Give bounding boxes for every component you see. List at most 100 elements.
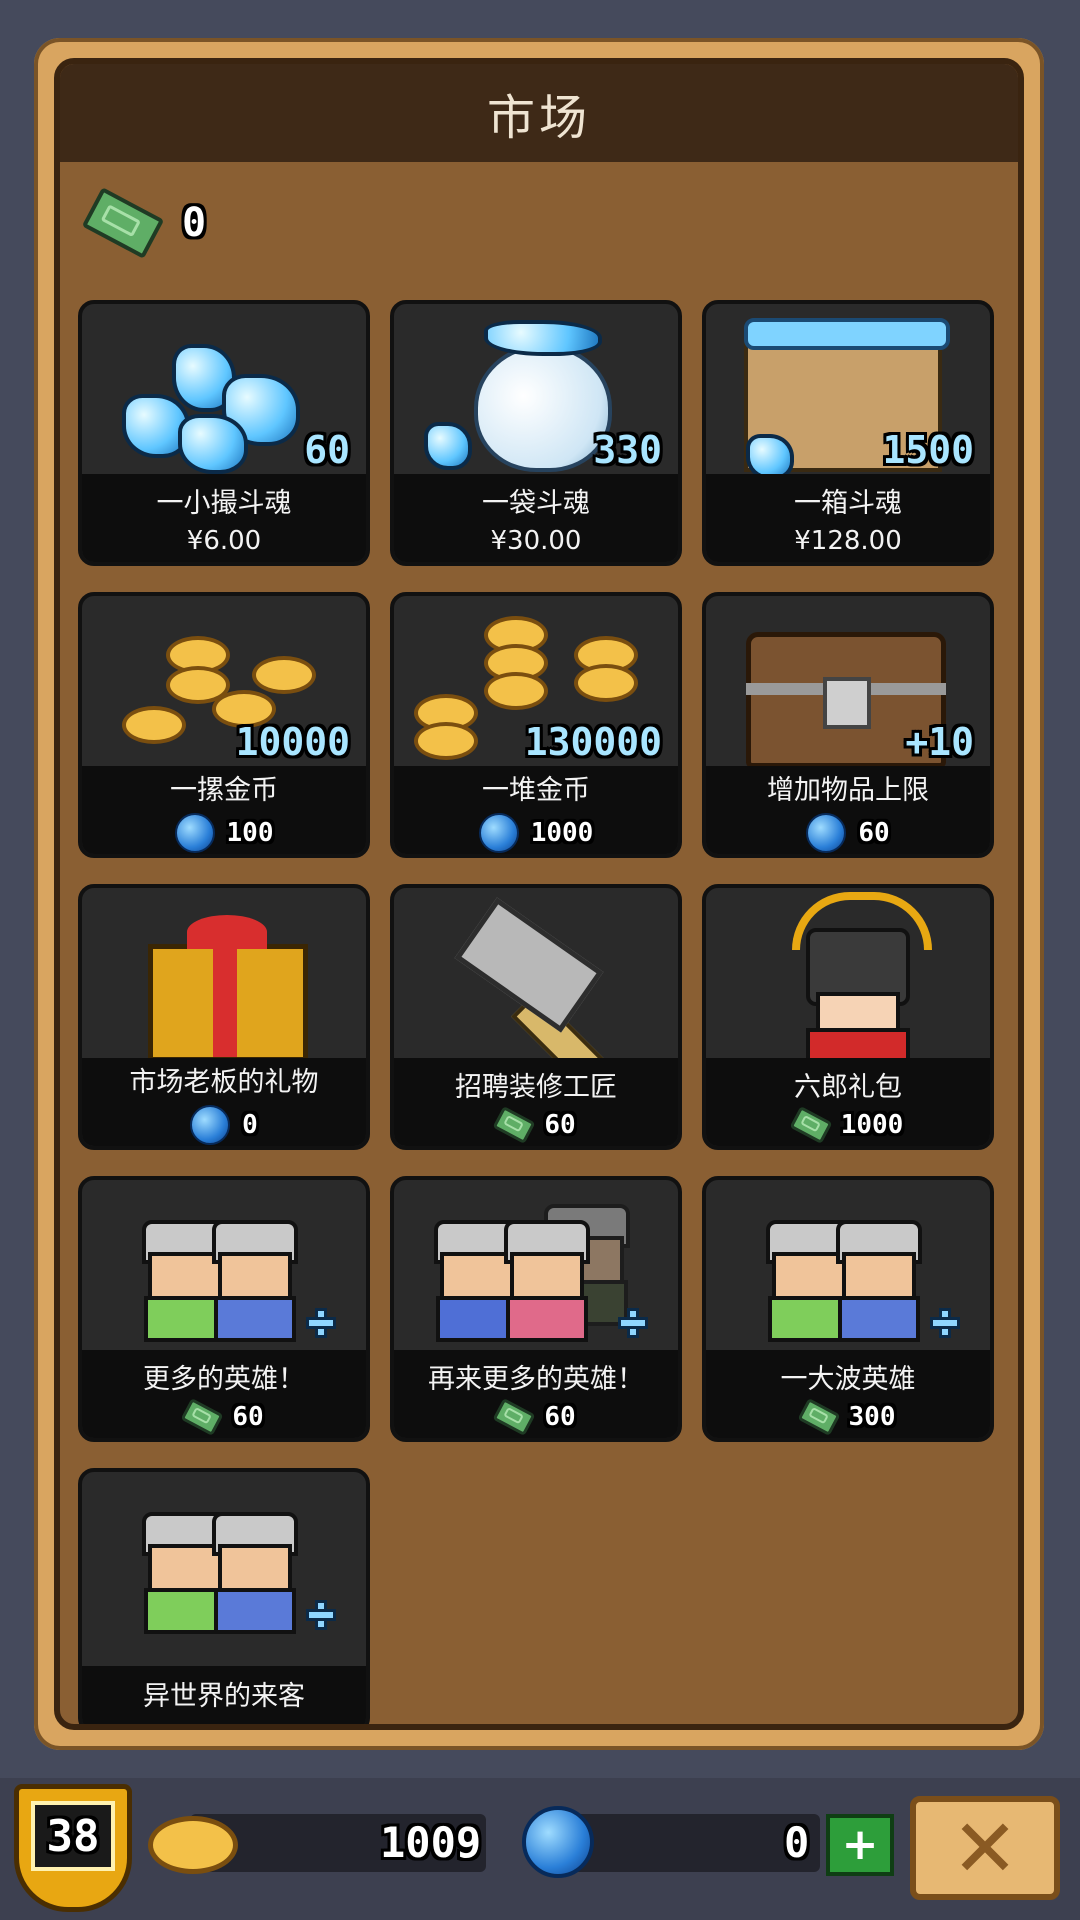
item-footer: 一大波英雄 300 [706,1350,990,1438]
shop-item-card[interactable]: 招聘装修工匠 60 [390,884,682,1150]
shop-item-card[interactable]: +10 增加物品上限 60 [702,592,994,858]
item-price-value: 60 [544,1401,576,1432]
shop-item-grid: 60 一小撮斗魂 ¥6.00 330 一袋斗魂 ¥30.00 1500 一箱斗魂 ¥128.00… [78,300,994,1724]
item-footer: 一箱斗魂 ¥128.00 [706,474,990,562]
close-button[interactable]: ✕ [910,1796,1060,1900]
item-price: 1000 [789,1105,904,1144]
item-name: 一袋斗魂 [482,487,590,519]
item-name: 增加物品上限 [767,774,929,806]
ticket-icon [492,1397,536,1436]
item-price: 1000 [478,812,594,853]
gold-value: 1009 [380,1818,482,1867]
gem-track [560,1814,820,1872]
item-price: 60 [806,812,890,853]
samurai-icon [706,888,990,1070]
item-quantity: 10000 [235,720,350,764]
page-title: 市场 [486,90,591,146]
item-name: 一堆金币 [482,774,590,806]
item-name: 六郎礼包 [794,1071,902,1103]
item-quantity: 1500 [882,428,974,472]
item-footer: 一摞金币 100 [82,766,366,854]
gem-icon [478,812,519,853]
add-gems-button[interactable]: + [826,1814,894,1876]
item-footer: 六郎礼包 1000 [706,1058,990,1146]
item-price-value: 60 [544,1109,576,1140]
item-footer: 市场老板的礼物 0 [82,1058,366,1146]
item-name: 招聘装修工匠 [455,1071,617,1103]
gem-icon [806,812,847,853]
item-name: 一摞金币 [170,774,278,806]
gift-box-icon [82,888,366,1062]
shop-item-card[interactable]: 异世界的来客 [78,1468,370,1724]
gem-icon [174,812,215,853]
item-price: 60 [180,1397,264,1436]
gem-icon [190,1104,231,1145]
item-price-value: 0 [242,1109,258,1140]
item-quantity: 130000 [524,720,662,764]
item-name: 异世界的来客 [143,1681,305,1712]
item-footer: 异世界的来客 [82,1666,366,1724]
item-name: 一大波英雄 [780,1363,916,1395]
item-footer: 招聘装修工匠 60 [394,1058,678,1146]
item-footer: 一堆金币 1000 [394,766,678,854]
item-quantity: +10 [905,720,974,764]
shop-item-card[interactable]: 市场老板的礼物 0 [78,884,370,1150]
ticket-icon [796,1397,841,1436]
shop-item-card[interactable]: 1500 一箱斗魂 ¥128.00 [702,300,994,566]
item-price-value: 60 [232,1401,264,1432]
gem-icon [522,1806,594,1878]
item-price: ¥128.00 [794,526,902,556]
ticket-icon [180,1397,224,1436]
item-price-value: 300 [848,1401,896,1432]
market-title-bar: 市场 [60,64,1018,162]
item-footer: 一袋斗魂 ¥30.00 [394,474,678,562]
market-panel: 市场 0 60 一小撮斗魂 ¥6.00 330 一袋斗魂 ¥30.00 1500 一箱斗魂 ¥1… [34,38,1044,1750]
item-name: 再来更多的英雄！ [428,1363,644,1395]
item-price-value: ¥128.00 [794,525,902,556]
heroes-icon [82,1180,366,1352]
item-price: 60 [492,1105,576,1144]
item-name: 一箱斗魂 [794,487,902,519]
item-quantity: 60 [304,428,350,472]
level-badge[interactable]: 38 [14,1784,132,1912]
item-price-value: 60 [858,817,890,848]
item-price-value: ¥6.00 [186,525,262,556]
heroes-icon [394,1180,678,1352]
item-price-value: ¥30.00 [490,525,582,556]
item-price: 300 [796,1397,896,1436]
heroes-icon [706,1180,990,1352]
hammer-icon [394,888,678,1093]
item-price: ¥30.00 [491,526,582,556]
ticket-icon [492,1105,536,1144]
ticket-icon [789,1105,833,1144]
shop-item-card[interactable]: 六郎礼包 1000 [702,884,994,1150]
item-price-value: 100 [226,817,274,848]
ticket-balance: 0 [81,187,207,259]
heroes-icon [82,1472,366,1644]
gold-coin-icon [148,1816,238,1874]
shop-item-card[interactable]: 再来更多的英雄！ 60 [390,1176,682,1442]
market-panel-inner: 市场 0 60 一小撮斗魂 ¥6.00 330 一袋斗魂 ¥30.00 1500 一箱斗魂 ¥1… [54,58,1024,1730]
shop-item-card[interactable]: 130000 一堆金币 1000 [390,592,682,858]
item-name: 一小撮斗魂 [156,487,292,519]
ticket-balance-value: 0 [182,200,207,246]
item-name: 市场老板的礼物 [129,1066,319,1098]
shop-item-card[interactable]: 330 一袋斗魂 ¥30.00 [390,300,682,566]
item-footer: 增加物品上限 60 [706,766,990,854]
item-price: ¥6.00 [187,526,261,556]
level-value: 38 [46,1810,100,1862]
ticket-icon [81,187,165,259]
shop-item-card[interactable]: 60 一小撮斗魂 ¥6.00 [78,300,370,566]
item-price-value: 1000 [530,817,594,848]
resource-bar: 38 1009 0 + ✕ [0,1778,1080,1920]
item-price: 100 [174,812,274,853]
item-price: 60 [492,1397,576,1436]
shop-item-card[interactable]: 10000 一摞金币 100 [78,592,370,858]
gem-value: 0 [784,1818,810,1867]
shop-item-card[interactable]: 更多的英雄！ 60 [78,1176,370,1442]
item-price: 0 [190,1104,258,1145]
item-footer: 一小撮斗魂 ¥6.00 [82,474,366,562]
item-price-value: 1000 [840,1109,904,1140]
shop-item-card[interactable]: 一大波英雄 300 [702,1176,994,1442]
item-footer: 更多的英雄！ 60 [82,1350,366,1438]
